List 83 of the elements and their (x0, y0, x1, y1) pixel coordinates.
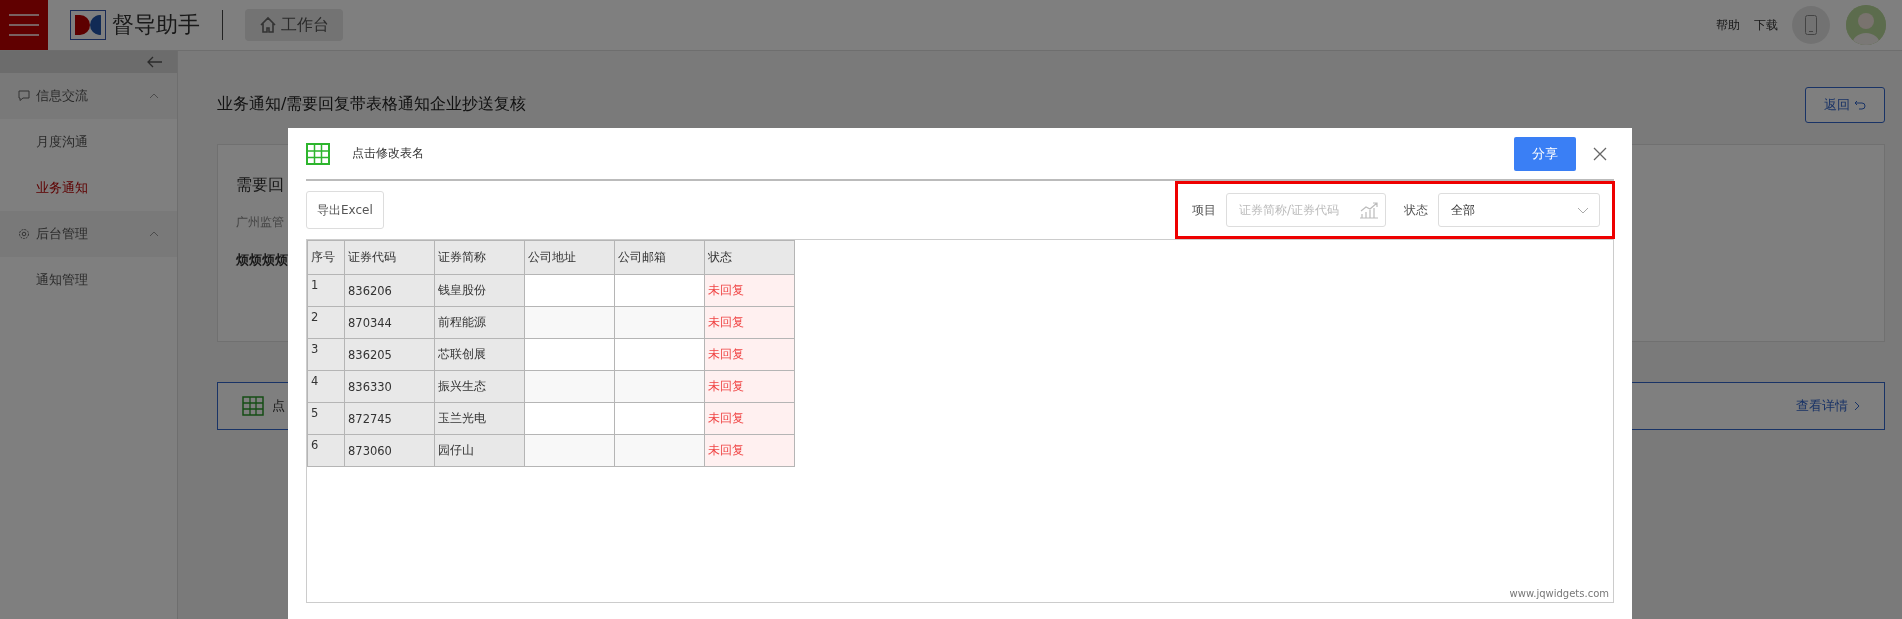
table-cell: 振兴生态 (434, 370, 525, 403)
sidebar-group[interactable]: 信息交流 (0, 73, 177, 119)
chat-icon (18, 90, 30, 102)
header-link[interactable]: 下载 (1754, 16, 1778, 34)
sidebar-group[interactable]: 后台管理 (0, 211, 177, 257)
page-title: 业务通知/需要回复带表格通知企业抄送复核 (217, 94, 527, 115)
table-name[interactable]: 点击修改表名 (352, 145, 424, 162)
table-cell: 836330 (344, 370, 435, 403)
back-button[interactable]: 返回 (1805, 86, 1885, 123)
column-header[interactable]: 公司地址 (524, 240, 615, 275)
collapse-arrow-icon[interactable] (147, 56, 163, 68)
card-text: 烦烦烦烦 (236, 252, 288, 267)
details-link[interactable]: 查看详情 (1796, 397, 1860, 415)
table-cell[interactable] (614, 402, 705, 435)
column-header[interactable]: 证券简称 (434, 240, 525, 275)
table-cell: 钱皇股份 (434, 274, 525, 307)
status-cell: 未回复 (704, 306, 795, 339)
row-number: 6 (307, 434, 345, 467)
card-heading: 需要回 (236, 175, 284, 196)
settings-icon (18, 228, 30, 240)
chevron-right-icon (1854, 401, 1860, 411)
table-cell[interactable] (524, 338, 615, 371)
header-link[interactable]: 帮助 (1716, 16, 1740, 34)
sidebar-item[interactable]: 业务通知 (0, 165, 177, 211)
app-name: 督导助手 (112, 11, 200, 39)
table-cell[interactable] (614, 306, 705, 339)
table-cell: 芯联创展 (434, 338, 525, 371)
home-tab[interactable]: 工作台 (245, 9, 343, 41)
filter-label: 状态 (1404, 201, 1428, 219)
phone-button[interactable] (1792, 6, 1830, 44)
chart-icon (1359, 201, 1379, 219)
table-cell[interactable] (614, 434, 705, 467)
footer-text: www.jqwidgets.com (1509, 588, 1609, 599)
status-cell: 未回复 (704, 402, 795, 435)
table-icon (306, 142, 330, 165)
status-cell: 未回复 (704, 338, 795, 371)
avatar[interactable] (1846, 5, 1886, 45)
menu-button[interactable] (0, 0, 48, 50)
table-cell: 872745 (344, 402, 435, 435)
status-cell: 未回复 (704, 274, 795, 307)
row-number: 2 (307, 306, 345, 339)
table-cell[interactable] (524, 274, 615, 307)
table-cell[interactable] (524, 370, 615, 403)
menu-icon (9, 14, 39, 36)
column-header[interactable]: 证券代码 (344, 240, 435, 275)
column-header[interactable]: 公司邮箱 (614, 240, 705, 275)
sidebar-item[interactable]: 月度沟通 (0, 119, 177, 165)
status-dropdown[interactable]: 全部 (1438, 193, 1600, 227)
logo-icon (70, 10, 106, 40)
table-icon (242, 396, 264, 416)
attachment-name: 点 (272, 397, 285, 415)
table-cell: 870344 (344, 306, 435, 339)
table-cell[interactable] (614, 274, 705, 307)
table-cell[interactable] (524, 434, 615, 467)
table-cell: 836206 (344, 274, 435, 307)
table-cell: 玉兰光电 (434, 402, 525, 435)
table-cell[interactable] (524, 306, 615, 339)
row-number: 1 (307, 274, 345, 307)
column-header[interactable]: 序号 (307, 240, 345, 275)
table-cell: 前程能源 (434, 306, 525, 339)
table-cell: 873060 (344, 434, 435, 467)
table-cell[interactable] (614, 338, 705, 371)
row-number: 4 (307, 370, 345, 403)
table-cell[interactable] (524, 402, 615, 435)
undo-arrow-icon (1854, 99, 1866, 110)
home-icon (259, 16, 277, 34)
phone-icon (1805, 15, 1817, 35)
row-number: 5 (307, 402, 345, 435)
chevron-down-icon (1577, 206, 1589, 214)
share-button[interactable]: 分享 (1514, 136, 1576, 171)
status-cell: 未回复 (704, 434, 795, 467)
status-cell: 未回复 (704, 370, 795, 403)
close-button[interactable] (1592, 145, 1608, 162)
export-button[interactable]: 导出Excel (306, 191, 384, 229)
column-header[interactable]: 状态 (704, 240, 795, 275)
sidebar-item[interactable]: 通知管理 (0, 257, 177, 303)
close-icon (1592, 145, 1608, 162)
row-number: 3 (307, 338, 345, 371)
table-cell[interactable] (614, 370, 705, 403)
filter-label: 项目 (1192, 201, 1216, 219)
table-cell: 园仔山 (434, 434, 525, 467)
table-cell: 836205 (344, 338, 435, 371)
search-field[interactable]: 证券简称/证券代码 (1226, 193, 1386, 227)
